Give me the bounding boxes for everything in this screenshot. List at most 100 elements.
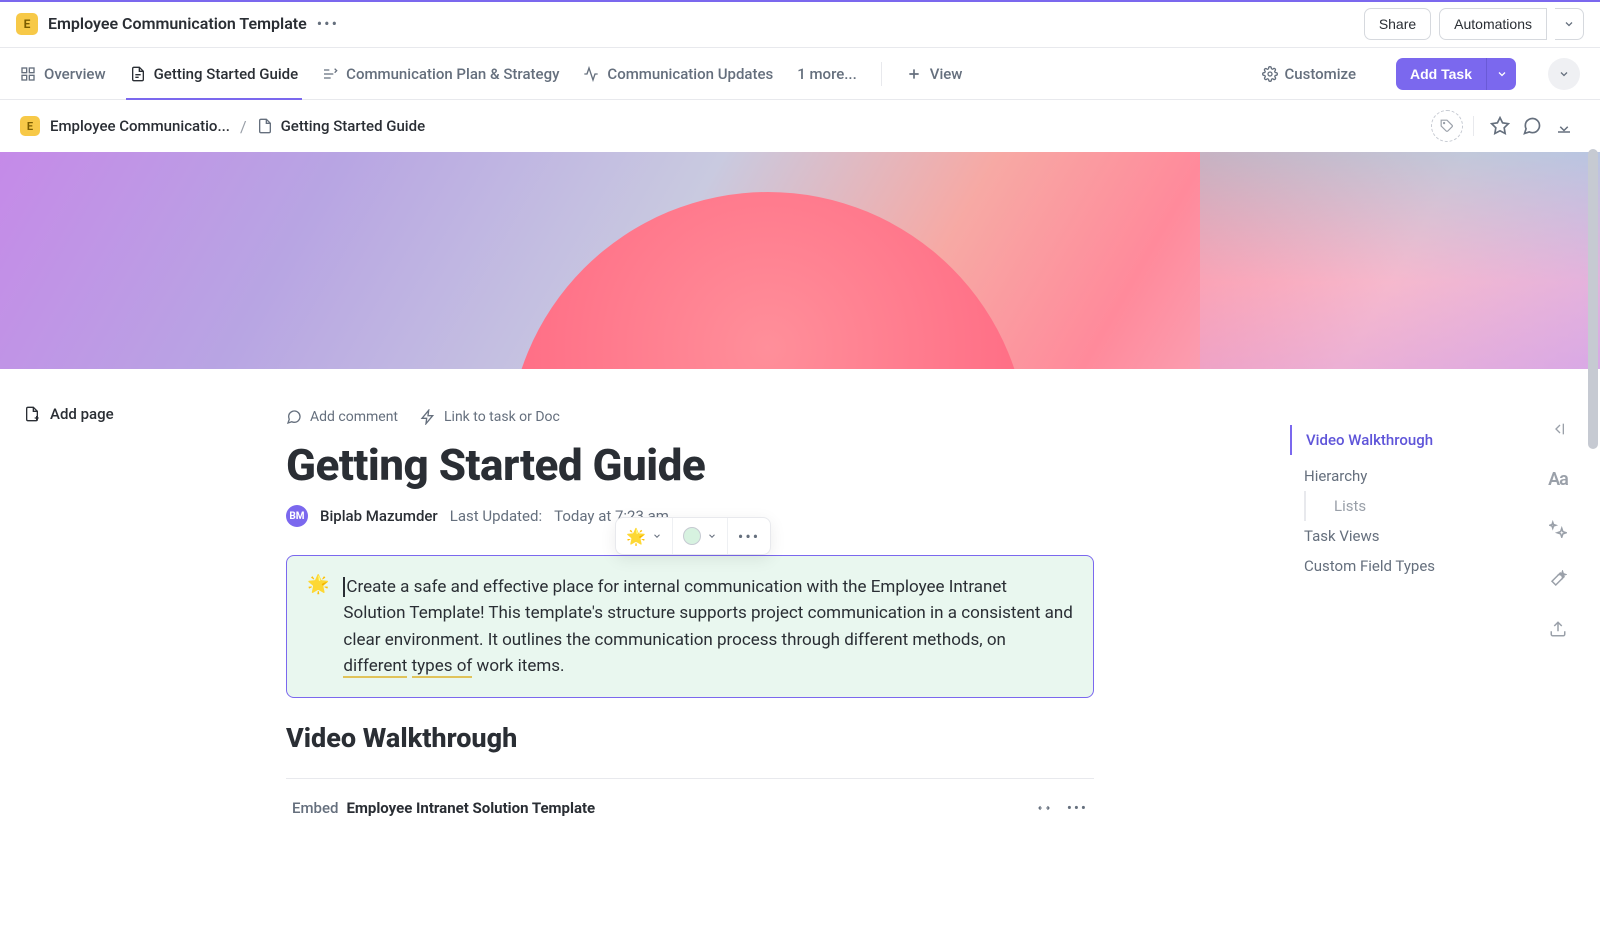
tag-button[interactable] [1431, 110, 1463, 142]
callout-text-part: work items. [472, 656, 564, 676]
tag-icon [1440, 119, 1454, 133]
views-tabs: Overview Getting Started Guide Communica… [0, 48, 1600, 100]
collapse-button[interactable] [1548, 110, 1580, 142]
automations-button[interactable]: Automations [1439, 8, 1547, 40]
tab-more[interactable]: 1 more... [797, 48, 857, 100]
automations-button-group: Automations [1439, 8, 1584, 40]
callout-spellcheck: types of [412, 656, 473, 678]
breadcrumb-current[interactable]: Getting Started Guide [257, 117, 426, 135]
more-icon: ••• [738, 527, 760, 546]
callout-text[interactable]: Create a safe and effective place for in… [343, 574, 1073, 679]
magic-button[interactable] [1546, 567, 1570, 591]
sparkle-icon: 🌟 [626, 527, 646, 546]
add-page-button[interactable]: Add page [24, 405, 256, 423]
tab-label: 1 more... [797, 65, 857, 83]
wand-icon [1549, 570, 1567, 588]
add-page-label: Add page [50, 405, 114, 423]
color-swatch [683, 527, 701, 545]
doc-tools: Aa [1546, 417, 1570, 641]
favorite-button[interactable] [1484, 110, 1516, 142]
workspace-badge-small: E [20, 116, 40, 136]
workspace-bar: E Employee Communication Template ••• Sh… [0, 0, 1600, 48]
breadcrumb-root[interactable]: E Employee Communicatio... [20, 116, 230, 136]
cover-image[interactable] [0, 152, 1600, 369]
embed-name: Employee Intranet Solution Template [346, 799, 595, 817]
tab-overview[interactable]: Overview [20, 48, 106, 100]
overview-icon [20, 66, 36, 82]
link-task-button[interactable]: Link to task or Doc [420, 409, 560, 425]
scrollbar[interactable] [1584, 3, 1598, 933]
main-area: Add page Add comment Link to task or Doc… [0, 369, 1600, 817]
workspace-more-icon[interactable]: ••• [317, 14, 339, 33]
chevron-down-icon [1496, 68, 1508, 80]
action-label: Link to task or Doc [444, 409, 560, 425]
tab-plan-strategy[interactable]: Communication Plan & Strategy [322, 48, 559, 100]
embed-label: Embed [292, 799, 338, 817]
tab-label: Communication Updates [607, 65, 773, 83]
tab-label: Overview [44, 65, 106, 83]
add-task-button[interactable]: Add Task [1396, 58, 1486, 90]
add-page-icon [24, 406, 40, 422]
heading-video-walkthrough[interactable]: Video Walkthrough [286, 722, 1094, 754]
chevron-down-icon [652, 531, 662, 541]
left-sidebar: Add page [0, 369, 280, 817]
customize-label: Customize [1284, 65, 1356, 83]
automations-dropdown[interactable] [1555, 8, 1584, 40]
workspace-badge: E [16, 13, 38, 35]
action-label: Add comment [310, 409, 398, 425]
embed-block[interactable]: Embed Employee Intranet Solution Templat… [286, 778, 1094, 817]
add-task-dropdown[interactable] [1486, 58, 1516, 90]
tab-updates[interactable]: Communication Updates [583, 48, 773, 100]
add-view[interactable]: View [906, 48, 963, 100]
block-more-button[interactable]: ••• [728, 518, 770, 554]
separator [881, 62, 882, 86]
workspace-title[interactable]: Employee Communication Template [48, 14, 307, 33]
breadcrumb-separator: / [240, 117, 247, 136]
block-color-picker[interactable] [673, 518, 728, 554]
tab-getting-started[interactable]: Getting Started Guide [130, 48, 299, 100]
activity-icon [583, 66, 599, 82]
overflow-button[interactable] [1548, 58, 1580, 90]
add-comment-button[interactable]: Add comment [286, 409, 398, 425]
resize-icon[interactable] [1035, 801, 1053, 815]
more-icon[interactable]: ••• [1067, 799, 1088, 817]
collapse-icon [1548, 421, 1568, 437]
comment-icon [286, 409, 302, 425]
collapse-icon [1555, 117, 1573, 135]
sparkle-icon [1549, 520, 1567, 538]
doc-actions: Add comment Link to task or Doc [286, 409, 1094, 425]
callout-block[interactable]: 🌟 Create a safe and effective place for … [286, 555, 1094, 698]
author-avatar[interactable]: BM [286, 505, 308, 527]
tab-label: Getting Started Guide [154, 65, 299, 83]
gantt-icon [322, 66, 338, 82]
sparkle-icon: 🌟 [307, 574, 329, 679]
collapse-outline-button[interactable] [1546, 417, 1570, 441]
add-task-group: Add Task [1396, 58, 1516, 90]
scrollbar-thumb[interactable] [1588, 149, 1598, 449]
typography-button[interactable]: Aa [1546, 467, 1570, 491]
block-toolbar[interactable]: 🌟 ••• [615, 517, 771, 555]
right-sidebar: Video Walkthrough Hierarchy Lists Task V… [1290, 369, 1600, 817]
breadcrumb-row: E Employee Communicatio... / Getting Sta… [0, 100, 1600, 152]
doc-title[interactable]: Getting Started Guide [286, 439, 1094, 491]
chevron-down-icon [1558, 68, 1570, 80]
block-icon-picker[interactable]: 🌟 [616, 518, 673, 554]
export-button[interactable] [1546, 617, 1570, 641]
tab-label: View [930, 65, 963, 83]
doc-icon [257, 118, 273, 134]
doc-icon [130, 66, 146, 82]
doc-content: Add comment Link to task or Doc Getting … [280, 369, 1100, 817]
chevron-down-icon [1563, 18, 1575, 30]
link-icon [420, 409, 436, 425]
share-button[interactable]: Share [1364, 8, 1431, 40]
plus-icon [906, 66, 922, 82]
ai-button[interactable] [1546, 517, 1570, 541]
breadcrumb-label: Getting Started Guide [281, 117, 426, 135]
separator [1473, 116, 1474, 136]
comments-button[interactable] [1516, 110, 1548, 142]
gear-icon [1262, 66, 1278, 82]
customize-button[interactable]: Customize [1262, 65, 1356, 83]
author-name[interactable]: Biplab Mazumder [320, 507, 438, 525]
updated-label: Last Updated: [450, 507, 542, 525]
upload-icon [1549, 620, 1567, 638]
